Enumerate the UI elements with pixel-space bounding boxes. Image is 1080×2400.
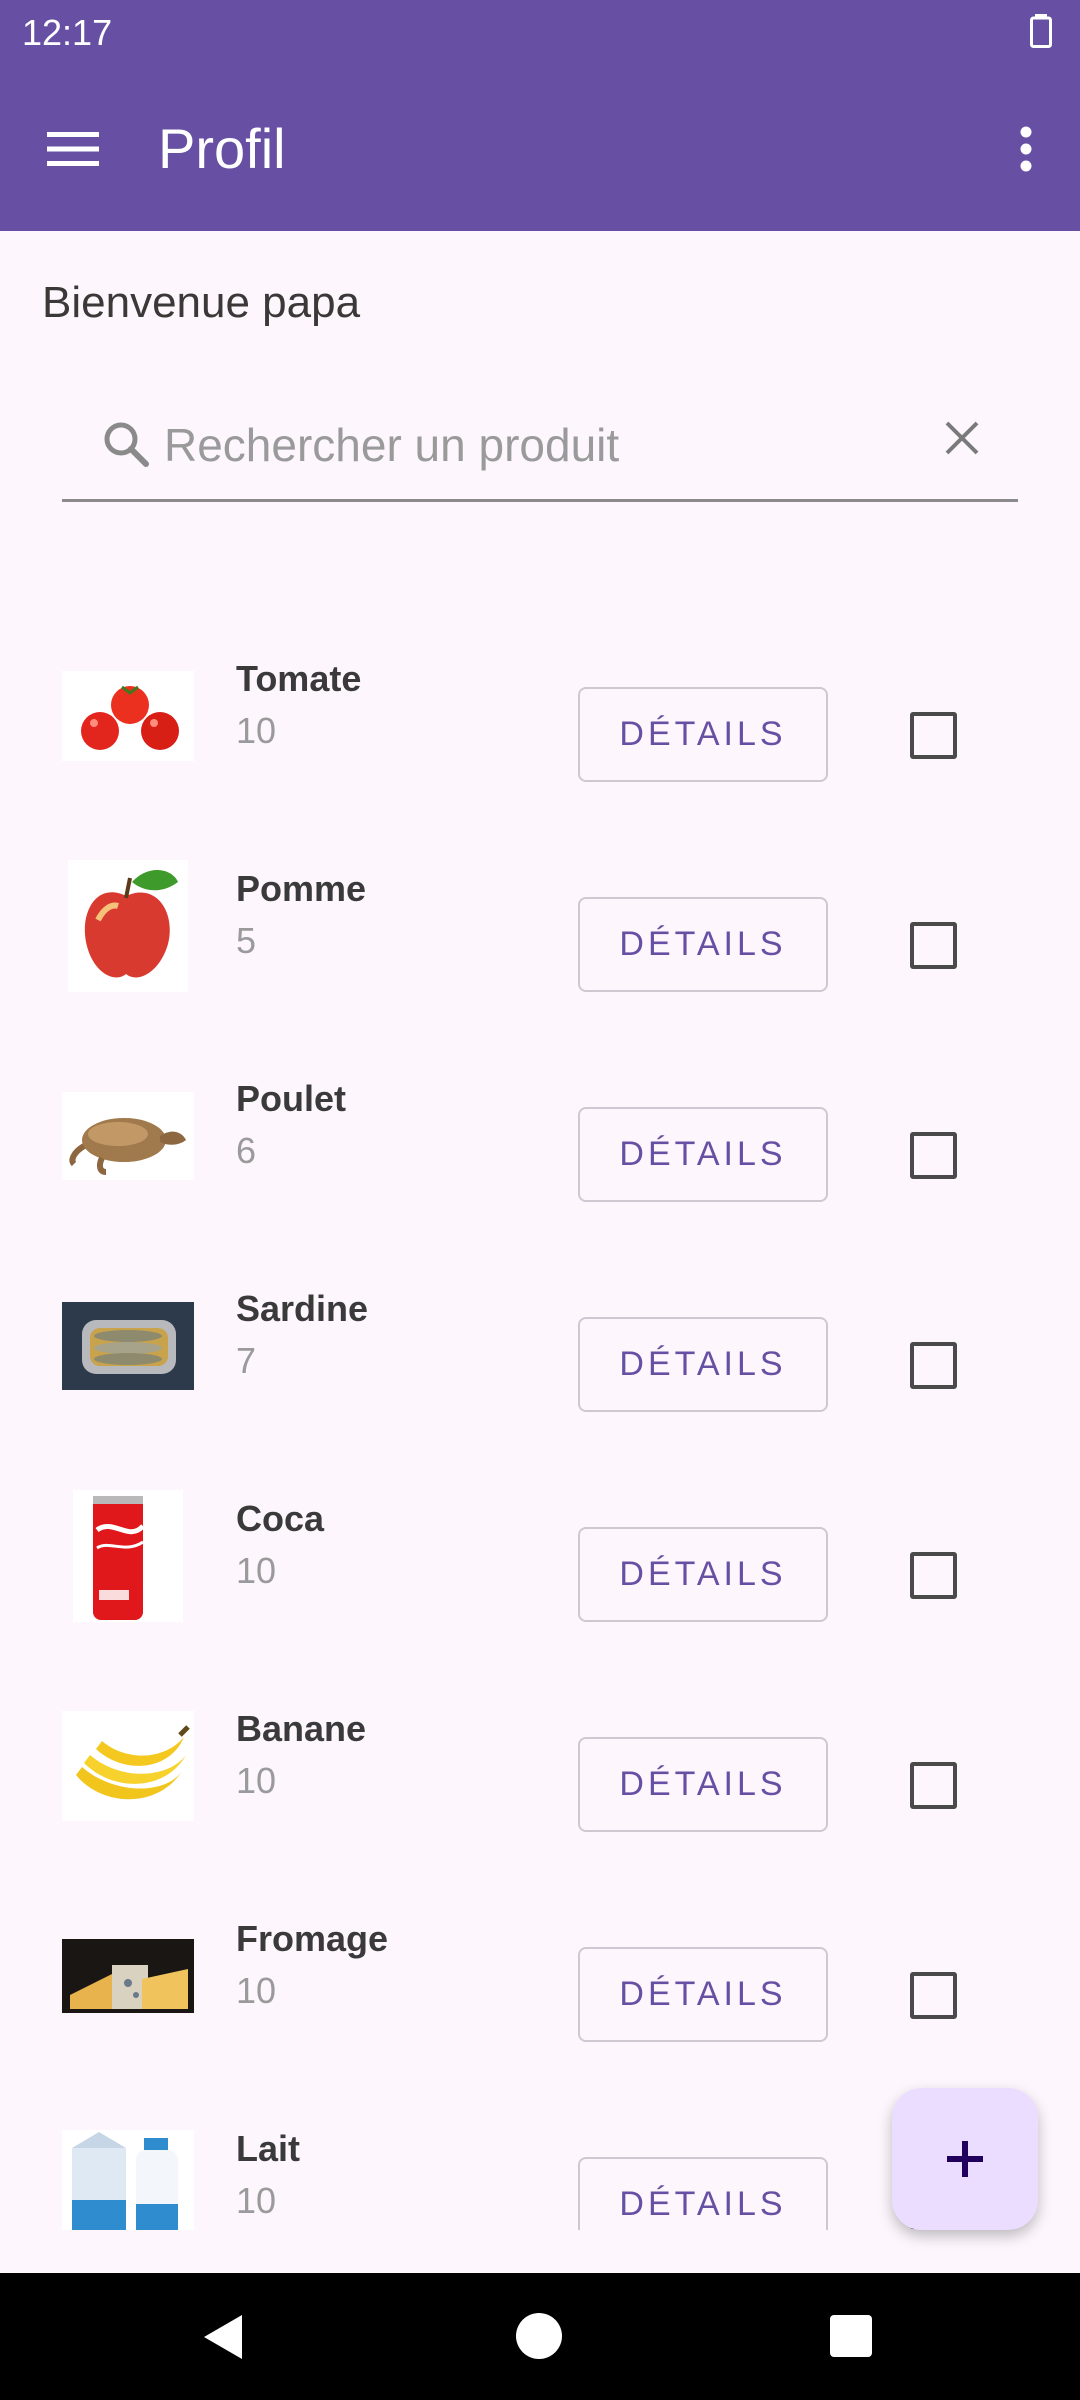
checkbox[interactable] [910, 712, 957, 759]
product-list[interactable]: Tomate 10 DÉTAILS Pomme 5 DÉTAILS Poulet… [0, 620, 1080, 2230]
list-item: Fromage 10 DÉTAILS [0, 1880, 1080, 2090]
checkbox[interactable] [910, 1552, 957, 1599]
page-title: Profil [158, 117, 286, 180]
welcome-text: Bienvenue papa [42, 278, 361, 327]
sardine-can-image [62, 1280, 194, 1412]
checkbox[interactable] [910, 922, 957, 969]
status-time: 12:17 [22, 12, 113, 53]
app-bar: Profil [0, 64, 1080, 231]
status-bar: 12:17 [0, 0, 1080, 64]
product-quantity: 5 [236, 920, 257, 961]
details-button[interactable]: DÉTAILS [578, 1317, 828, 1412]
checkbox[interactable] [910, 1972, 957, 2019]
list-item: Coca 10 DÉTAILS [0, 1460, 1080, 1670]
product-quantity: 6 [236, 1130, 257, 1171]
list-item: Tomate 10 DÉTAILS [0, 620, 1080, 830]
hamburger-menu-icon[interactable] [30, 114, 116, 184]
search-bar [62, 398, 1018, 502]
coca-can-image [62, 1490, 194, 1622]
checkbox[interactable] [910, 1132, 957, 1179]
checkbox[interactable] [910, 1342, 957, 1389]
recents-icon[interactable] [830, 2315, 872, 2357]
tomato-image [62, 650, 194, 782]
list-item: Sardine 7 DÉTAILS [0, 1250, 1080, 1460]
product-name: Pomme [236, 868, 367, 909]
search-input[interactable] [164, 410, 864, 480]
apple-image [62, 860, 194, 992]
product-name: Poulet [236, 1078, 347, 1119]
checkbox[interactable] [910, 1762, 957, 1809]
chicken-image [62, 1070, 194, 1202]
product-quantity: 10 [236, 710, 277, 751]
milk-image [62, 2120, 194, 2230]
product-quantity: 10 [236, 1760, 277, 1801]
product-quantity: 10 [236, 1550, 277, 1591]
product-name: Banane [236, 1708, 367, 1749]
list-item: Pomme 5 DÉTAILS [0, 830, 1080, 1040]
details-button[interactable]: DÉTAILS [578, 2157, 828, 2230]
list-item: Poulet 6 DÉTAILS [0, 1040, 1080, 1250]
system-nav-bar [0, 2273, 1080, 2400]
product-name: Tomate [236, 658, 362, 699]
product-name: Lait [236, 2128, 301, 2169]
details-button[interactable]: DÉTAILS [578, 687, 828, 782]
cheese-image [62, 1910, 194, 2042]
details-button[interactable]: DÉTAILS [578, 1527, 828, 1622]
search-icon [104, 422, 149, 467]
details-button[interactable]: DÉTAILS [578, 897, 828, 992]
close-icon[interactable] [932, 408, 992, 468]
details-button[interactable]: DÉTAILS [578, 1107, 828, 1202]
battery-icon [1030, 14, 1052, 48]
banana-image [62, 1700, 194, 1832]
product-name: Fromage [236, 1918, 389, 1959]
more-vert-icon[interactable] [996, 114, 1056, 184]
add-product-button[interactable] [892, 2088, 1038, 2230]
product-name: Sardine [236, 1288, 369, 1329]
list-item: Banane 10 DÉTAILS [0, 1670, 1080, 1880]
product-quantity: 10 [236, 2180, 277, 2221]
plus-icon [947, 2141, 983, 2177]
product-quantity: 7 [236, 1340, 257, 1381]
details-button[interactable]: DÉTAILS [578, 1947, 828, 2042]
home-icon[interactable] [516, 2313, 562, 2359]
details-button[interactable]: DÉTAILS [578, 1737, 828, 1832]
product-quantity: 10 [236, 1970, 277, 2011]
back-icon[interactable] [200, 2313, 248, 2361]
product-name: Coca [236, 1498, 325, 1539]
